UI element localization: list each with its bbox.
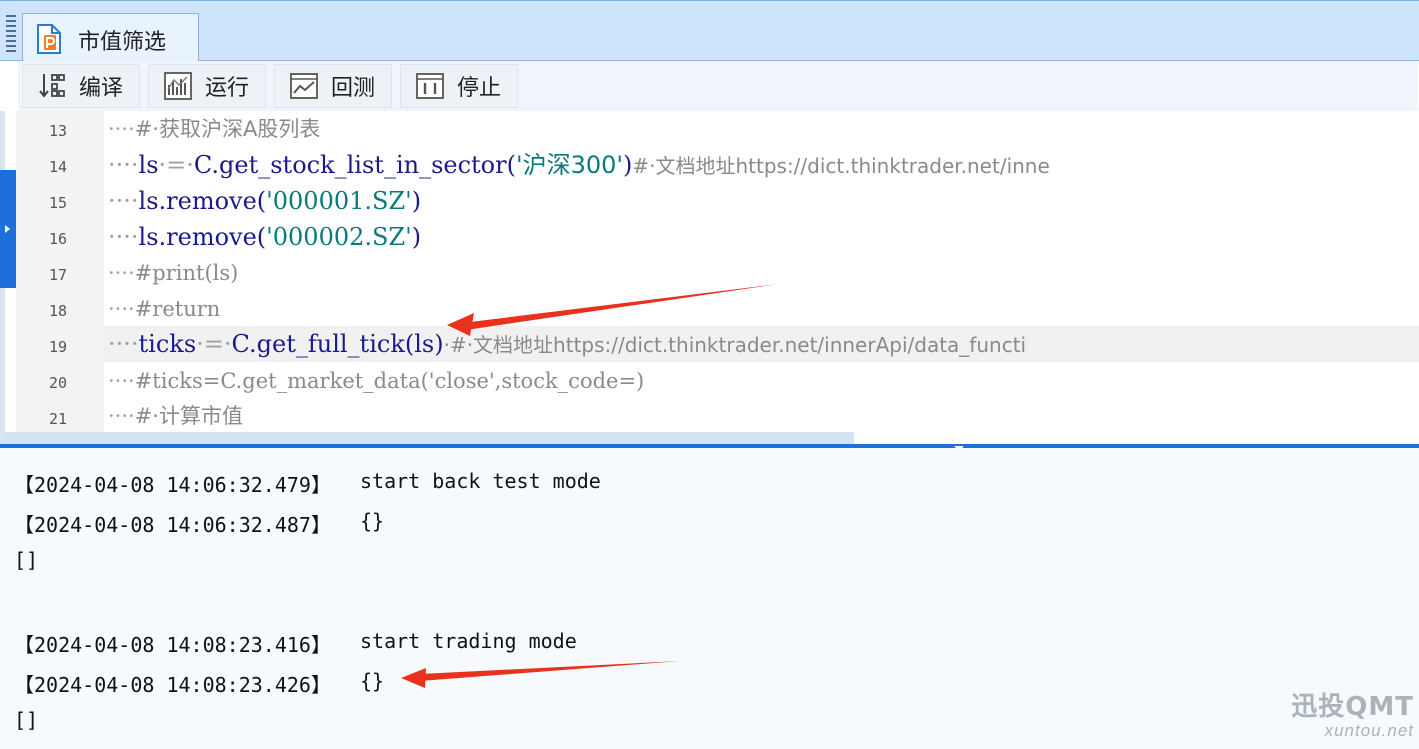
code-line[interactable]: ····ticks·=·C.get_full_tick(ls)·#·文档地址ht… <box>108 326 1026 362</box>
code-token: C.get_stock_list_in_sector( <box>193 151 516 179</box>
log-line: [] <box>14 708 38 732</box>
expand-right-icon <box>5 225 10 233</box>
code-operator: ·=· <box>158 151 194 179</box>
code-comment: #return <box>134 297 221 321</box>
code-string: '000001.SZ' <box>266 187 412 215</box>
log-timestamp: 【2024-04-08 14:08:23.426】 <box>14 673 331 697</box>
tab-title: 市值筛选 <box>78 30 167 55</box>
code-line[interactable]: ····ls·=·C.get_stock_list_in_sector('沪深3… <box>108 147 1050 183</box>
line-number: 17 <box>48 266 68 284</box>
code-comment: #print(ls) <box>134 261 239 285</box>
line-number: 21 <box>48 410 68 428</box>
indent-dots: ···· <box>108 369 135 393</box>
code-comment: #·计算市值 <box>134 404 243 428</box>
code-token: ls.remove( <box>138 187 267 215</box>
code-token: ls.remove( <box>138 223 267 251</box>
run-label: 运行 <box>205 76 250 101</box>
log-line: [] <box>14 548 38 572</box>
backtest-chart-icon <box>290 73 318 99</box>
log-line: 【2024-04-08 14:06:32.479】 start back test… <box>14 469 601 498</box>
code-line[interactable]: ····#return <box>108 291 220 327</box>
code-token: C.get_full_tick(ls) <box>231 330 444 358</box>
title-bar: 市值筛选 <box>0 0 1419 62</box>
line-number: 14 <box>48 158 68 176</box>
log-message: start back test mode <box>360 469 601 493</box>
line-number: 20 <box>48 374 68 392</box>
log-line: 【2024-04-08 14:08:23.426】 {} <box>14 669 384 698</box>
line-number: 15 <box>48 194 68 212</box>
watermark-site: xuntou.net <box>1324 721 1414 740</box>
indent-dots: ···· <box>108 297 135 321</box>
indent-dots: ···· <box>108 330 139 358</box>
code-token: ) <box>411 223 422 251</box>
code-line[interactable]: ····ls.remove('000002.SZ') <box>108 219 421 255</box>
indent-dots: ···· <box>108 261 135 285</box>
compile-icon <box>39 74 65 98</box>
log-timestamp: 【2024-04-08 14:08:23.416】 <box>14 633 331 657</box>
watermark-brand: 迅投QMT <box>1291 692 1414 722</box>
indent-dots: ···· <box>108 223 139 251</box>
code-line[interactable]: ····#·获取沪深A股列表 <box>108 111 320 147</box>
code-line[interactable]: ····#·计算市值 <box>108 398 243 434</box>
compile-label: 编译 <box>79 76 124 101</box>
log-line: 【2024-04-08 14:06:32.487】 {} <box>14 509 384 538</box>
log-message: {} <box>360 669 385 693</box>
code-comment: #ticks=C.get_market_data('close',stock_c… <box>134 369 645 393</box>
log-line: 【2024-04-08 14:08:23.416】 start trading m… <box>14 629 577 658</box>
run-button[interactable]: 运行 <box>148 64 266 108</box>
line-number: 16 <box>48 230 68 248</box>
code-token: ls <box>138 151 159 179</box>
code-string: '000002.SZ' <box>266 223 412 251</box>
code-token: ticks <box>138 330 197 358</box>
log-timestamp: 【2024-04-08 14:06:32.479】 <box>14 473 331 497</box>
log-message: start trading mode <box>360 629 577 653</box>
code-operator: ·=· <box>196 330 232 358</box>
toolbar: 编译 运行 回测 停止 <box>0 61 1419 111</box>
log-timestamp: 【2024-04-08 14:06:32.487】 <box>14 513 331 537</box>
code-comment: #·获取沪深A股列表 <box>134 117 321 141</box>
code-token: ) <box>622 151 633 179</box>
watermark: 迅投QMT xuntou.net <box>1288 686 1414 741</box>
run-icon <box>164 72 192 100</box>
backtest-button[interactable]: 回测 <box>274 64 392 108</box>
line-number: 18 <box>48 302 68 320</box>
code-line[interactable]: ····ls.remove('000001.SZ') <box>108 183 421 219</box>
horizontal-scrollbar-thumb[interactable] <box>5 432 854 444</box>
code-comment: #·文档地址https://dict.thinktrader.net/inne <box>632 154 1050 178</box>
code-line[interactable]: ····#print(ls) <box>108 255 238 291</box>
backtest-label: 回测 <box>331 76 376 101</box>
log-message: {} <box>360 509 385 533</box>
stop-button[interactable]: 停止 <box>400 64 518 108</box>
side-panel-toggle[interactable] <box>0 170 16 288</box>
grip-handle-icon[interactable] <box>4 15 18 52</box>
strategy-file-icon <box>37 24 61 54</box>
line-number: 19 <box>48 338 68 356</box>
log-text: [] <box>14 548 39 572</box>
indent-dots: ···· <box>108 117 135 141</box>
stop-icon <box>416 73 444 99</box>
indent-dots: ···· <box>108 404 135 428</box>
indent-dots: ···· <box>108 187 139 215</box>
compile-button[interactable]: 编译 <box>22 64 140 108</box>
log-text: [] <box>14 708 39 732</box>
code-string: '沪深300' <box>515 151 623 179</box>
code-token: ) <box>411 187 422 215</box>
tab-strategy[interactable]: 市值筛选 <box>22 13 199 62</box>
line-number: 13 <box>48 122 68 140</box>
code-comment: ·#·文档地址https://dict.thinktrader.net/inne… <box>443 333 1027 357</box>
indent-dots: ···· <box>108 151 139 179</box>
code-line[interactable]: ····#ticks=C.get_market_data('close',sto… <box>108 363 644 399</box>
stop-label: 停止 <box>457 76 502 101</box>
